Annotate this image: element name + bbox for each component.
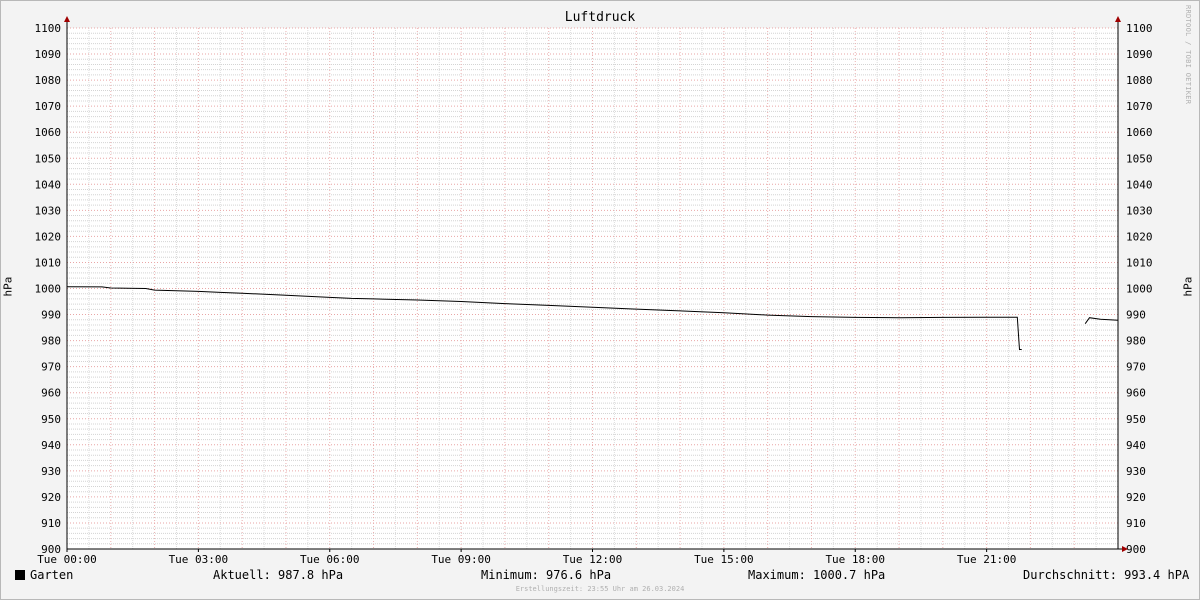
y-tick-label-right: 1030 — [1126, 204, 1153, 217]
y-tick-label-right: 1020 — [1126, 230, 1153, 243]
y-tick-label-right: 990 — [1126, 309, 1146, 322]
y-tick-label-left: 1000 — [35, 283, 62, 296]
y-tick-label-right: 970 — [1126, 361, 1146, 374]
y-tick-label-left: 1020 — [35, 230, 62, 243]
legend-average: Durchschnitt: 993.4 hPA — [1023, 568, 1190, 582]
y-tick-label-right: 960 — [1126, 387, 1146, 400]
legend-maximum: Maximum: 1000.7 hPa — [748, 568, 886, 582]
y-tick-label-left: 1030 — [35, 204, 62, 217]
y-tick-label-right: 920 — [1126, 491, 1146, 504]
y-tick-label-left: 1060 — [35, 126, 62, 139]
legend-minimum: Minimum: 976.6 hPa — [481, 568, 612, 582]
x-tick-label: Tue 03:00 — [169, 553, 229, 566]
x-tick-label: Tue 18:00 — [825, 553, 885, 566]
y-tick-label-right: 1060 — [1126, 126, 1153, 139]
y-tick-label-right: 1080 — [1126, 74, 1153, 87]
y-tick-label-left: 1080 — [35, 74, 62, 87]
y-tick-label-right: 1070 — [1126, 100, 1153, 113]
y-tick-label-left: 920 — [41, 491, 61, 504]
legend-current: Aktuell: 987.8 hPa — [213, 568, 344, 582]
y-tick-label-left: 1100 — [35, 22, 62, 35]
y-tick-label-right: 1090 — [1126, 48, 1153, 61]
y-tick-label-left: 1040 — [35, 178, 62, 191]
y-axis-left-arrow — [64, 16, 70, 22]
y-tick-label-right: 1100 — [1126, 22, 1153, 35]
y-tick-label-left: 980 — [41, 335, 61, 348]
x-tick-label: Tue 12:00 — [563, 553, 623, 566]
y-axis-label-left: hPa — [1, 276, 15, 297]
y-tick-label-right: 910 — [1126, 517, 1146, 530]
y-tick-label-right: 940 — [1126, 439, 1146, 452]
y-tick-label-left: 1010 — [35, 256, 62, 269]
x-tick-label: Tue 21:00 — [957, 553, 1017, 566]
chart-svg: 900 900910 910920 920930 930940 940950 950960 9… — [35, 16, 1153, 566]
y-tick-label-right: 1000 — [1126, 283, 1153, 296]
y-tick-label-right: 1050 — [1126, 152, 1153, 165]
y-tick-label-left: 910 — [41, 517, 61, 530]
y-tick-label-left: 970 — [41, 361, 61, 374]
x-tick-label: Tue 15:00 — [694, 553, 754, 566]
y-tick-label-right: 930 — [1126, 465, 1146, 478]
y-tick-label-right: 1040 — [1126, 178, 1153, 191]
x-tick-label: Tue 06:00 — [300, 553, 360, 566]
x-tick-label: Tue 00:00 — [37, 553, 97, 566]
y-tick-label-left: 990 — [41, 309, 61, 322]
legend-series-name: Garten — [30, 568, 74, 582]
y-tick-label-left: 960 — [41, 387, 61, 400]
y-tick-label-left: 940 — [41, 439, 61, 452]
legend: Garten Aktuell: 987.8 hPa Minimum: 976.6… — [0, 568, 1200, 584]
y-axis-label-right: hPa — [1181, 276, 1195, 297]
y-tick-label-left: 1070 — [35, 100, 62, 113]
y-tick-label-right: 900 — [1126, 543, 1146, 556]
x-tick-label: Tue 09:00 — [431, 553, 491, 566]
y-tick-label-left: 1050 — [35, 152, 62, 165]
y-tick-label-right: 1010 — [1126, 256, 1153, 269]
y-tick-label-left: 930 — [41, 465, 61, 478]
footer-timestamp: Erstellungszeit: 23:55 Uhr am 26.03.2024 — [515, 585, 685, 593]
y-tick-label-left: 950 — [41, 413, 61, 426]
y-tick-label-right: 950 — [1126, 413, 1146, 426]
y-tick-label-right: 980 — [1126, 335, 1146, 348]
y-axis-right-arrow — [1115, 16, 1121, 22]
y-tick-label-left: 1090 — [35, 48, 62, 61]
